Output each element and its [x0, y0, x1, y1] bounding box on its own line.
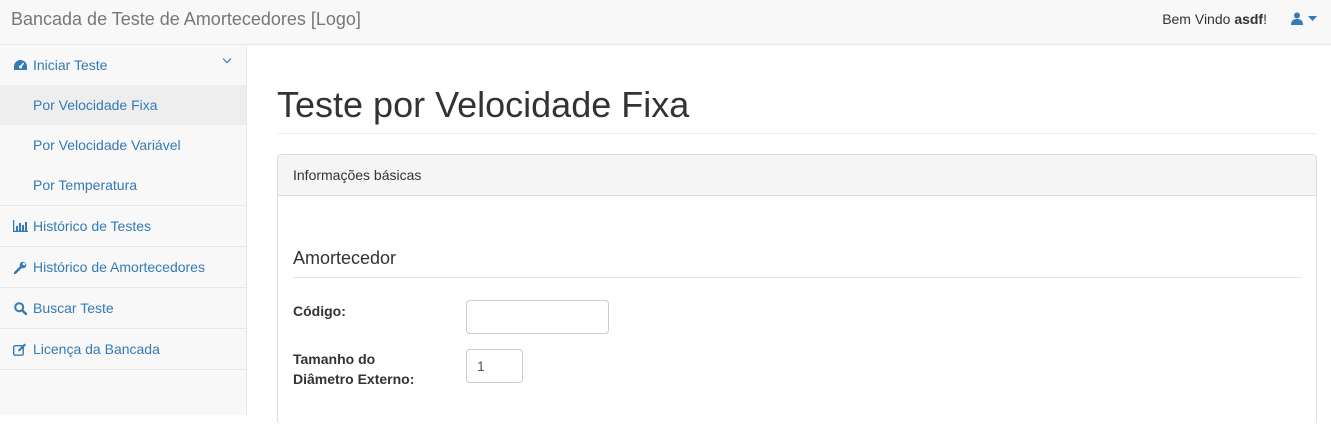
- welcome-text: Bem Vindo asdf!: [1162, 11, 1267, 27]
- chevron-down-icon[interactable]: [222, 57, 232, 65]
- sidebar-item-label: Licença da Bancada: [33, 341, 160, 357]
- start-test-submenu: Por Velocidade Fixa Por Velocidade Variá…: [0, 85, 246, 206]
- dashboard-icon: [12, 57, 28, 73]
- diameter-label-line1: Tamanho do: [293, 351, 376, 367]
- user-icon: [1291, 12, 1303, 25]
- code-label: Código:: [293, 303, 346, 319]
- wrench-icon: [12, 259, 28, 275]
- edit-icon: [12, 341, 28, 357]
- code-input[interactable]: [466, 300, 609, 334]
- sidebar-item-label: Buscar Teste: [33, 300, 114, 316]
- sidebar-subitem-variable-speed[interactable]: Por Velocidade Variável: [0, 125, 246, 165]
- sidebar-item-label: Iniciar Teste: [33, 57, 108, 73]
- sidebar-item-search-test[interactable]: Buscar Teste: [0, 288, 246, 329]
- sidebar: Iniciar Teste Por Velocidade Fixa Por Ve…: [0, 45, 247, 415]
- top-navbar: Bancada de Teste de Amortecedores [Logo]…: [0, 0, 1331, 45]
- welcome-prefix: Bem Vindo: [1162, 11, 1235, 27]
- basic-info-panel: Informações básicas Amortecedor Código: …: [277, 154, 1317, 424]
- username: asdf: [1234, 11, 1264, 27]
- user-menu-button[interactable]: [1291, 12, 1317, 25]
- sidebar-item-shock-history[interactable]: Histórico de Amortecedores: [0, 247, 246, 288]
- sidebar-item-start-test[interactable]: Iniciar Teste: [0, 45, 246, 85]
- main-content: Teste por Velocidade Fixa Informações bá…: [277, 45, 1317, 424]
- welcome-suffix: !: [1263, 11, 1267, 27]
- sidebar-item-label: Histórico de Amortecedores: [33, 259, 205, 275]
- sidebar-item-label: Histórico de Testes: [33, 218, 152, 234]
- sidebar-item-test-history[interactable]: Histórico de Testes: [0, 206, 246, 247]
- search-icon: [12, 300, 28, 316]
- page-title: Teste por Velocidade Fixa: [277, 85, 1317, 134]
- caret-down-icon: [1308, 15, 1317, 21]
- diameter-label-line2: Diâmetro Externo:: [293, 371, 415, 387]
- sidebar-item-bench-license[interactable]: Licença da Bancada: [0, 329, 246, 370]
- bar-chart-icon: [12, 218, 28, 234]
- section-title: Amortecedor: [293, 248, 1302, 278]
- panel-heading: Informações básicas: [278, 155, 1316, 196]
- diameter-input[interactable]: [466, 349, 523, 383]
- diameter-label: Tamanho do Diâmetro Externo:: [293, 349, 414, 389]
- brand-title[interactable]: Bancada de Teste de Amortecedores [Logo]: [11, 9, 361, 30]
- sidebar-subitem-fixed-speed[interactable]: Por Velocidade Fixa: [0, 85, 246, 125]
- sidebar-subitem-temperature[interactable]: Por Temperatura: [0, 165, 246, 205]
